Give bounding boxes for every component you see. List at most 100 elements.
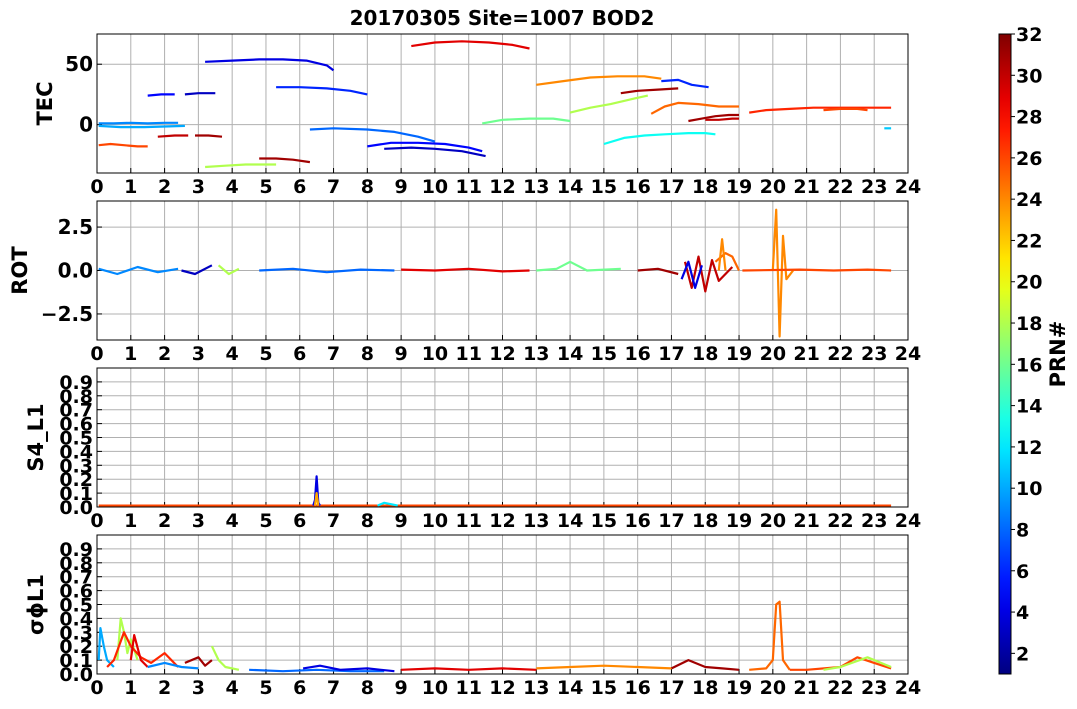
x-tick-label: 6 [293,677,306,699]
x-tick-label: 22 [827,510,853,532]
y-axis-label: σϕL1 [24,574,48,635]
colorbar: 2468101214161820222426283032PRN# [998,24,1070,675]
x-tick-label: 4 [226,343,239,365]
x-tick-label: 16 [624,343,650,365]
x-tick-label: 11 [455,677,481,699]
series-line-prn-25 [749,600,791,671]
x-tick-label: 3 [192,510,205,532]
x-tick-label: 19 [726,677,752,699]
series-group [97,600,892,673]
series-line-prn-8 [309,127,436,143]
x-tick-label: 4 [226,510,239,532]
series-line-prn-18 [217,264,240,276]
series-group [98,208,892,338]
series-group [98,40,892,169]
x-tick-label: 21 [793,677,819,699]
colorbar-tick-label: 26 [1016,148,1042,170]
x-tick-label: 17 [658,510,684,532]
series-line-prn-26 [742,268,892,272]
x-tick-label: 18 [692,343,718,365]
x-tick-label: 13 [523,176,549,198]
y-tick-label: −2.5 [41,302,93,326]
x-tick-label: 20 [760,510,786,532]
x-tick-label: 7 [327,510,340,532]
x-tick-label: 24 [895,176,921,198]
series-line-prn-31 [620,87,679,95]
series-line-prn-16 [482,117,571,125]
series-line-prn-5 [147,93,175,97]
x-tick-label: 22 [827,343,853,365]
panels: 0 1 2 3 4 5 6 7 8 9 10 11 12 13 14 15 16 17 18 19 20 21 22 23 24… [8,33,921,699]
x-tick-label: 22 [827,176,853,198]
series-line-prn-18 [569,94,649,114]
x-tick-label: 15 [591,510,617,532]
x-tick-label: 11 [455,176,481,198]
colorbar-tick-label: 18 [1016,313,1042,335]
x-tick-label: 2 [158,510,171,532]
x-tick-label: 2 [158,176,171,198]
x-tick-label: 14 [557,343,583,365]
x-tick-label: 17 [658,176,684,198]
x-tick-label: 7 [327,176,340,198]
x-tick-label: 15 [591,677,617,699]
x-tick-label: 7 [327,343,340,365]
y-tick-label: 0.0 [58,259,93,283]
series-line-prn-9 [147,661,199,670]
colorbar-tick-label: 22 [1016,230,1042,252]
y-tick-label: 2.5 [58,215,93,239]
x-tick-label: 12 [489,343,515,365]
y-axis-label: ROT [8,246,32,295]
x-tick-label: 1 [124,510,137,532]
x-tick-label: 16 [624,176,650,198]
series-line-prn-3 [184,92,216,96]
series-line-prn-29 [129,633,149,668]
x-tick-label: 4 [226,176,239,198]
x-tick-label: 6 [293,343,306,365]
x-tick-label: 6 [293,176,306,198]
x-tick-label: 15 [591,176,617,198]
x-tick-label: 12 [489,677,515,699]
panel-2: 0 1 2 3 4 5 6 7 8 9 10 11 12 13 14 15 16 17 18 19 20 21 22 23 24… [24,367,921,532]
x-tick-label: 17 [658,677,684,699]
x-tick-label: 5 [259,176,272,198]
colorbar-tick-label: 32 [1016,24,1042,46]
colorbar-tick-label: 28 [1016,107,1042,129]
x-tick-label: 24 [895,677,921,699]
x-tick-label: 21 [793,176,819,198]
x-tick-label: 2 [158,343,171,365]
y-axis-label: TEC [33,81,57,125]
x-tick-label: 7 [327,677,340,699]
x-tick-label: 18 [692,677,718,699]
y-axis-label: S4_L1 [24,403,48,471]
x-tick-label: 0 [90,176,103,198]
x-tick-label: 5 [259,343,272,365]
colorbar-tick-label: 24 [1016,189,1042,211]
panel-1: 0 1 2 3 4 5 6 7 8 9 10 11 12 13 14 15 16 17 18 19 20 21 22 23 24… [8,200,921,365]
series-line-prn-13 [603,132,716,146]
x-tick-label: 20 [760,176,786,198]
colorbar-tick-label: 10 [1016,478,1042,500]
series-line-prn-18 [205,163,277,169]
colorbar-label: PRN# [1046,321,1070,388]
series-line-prn-31 [195,134,223,138]
x-tick-label: 23 [861,176,887,198]
x-tick-label: 24 [895,510,921,532]
x-tick-label: 1 [124,176,137,198]
x-tick-label: 8 [361,510,374,532]
x-tick-label: 14 [557,510,583,532]
x-tick-label: 10 [422,510,448,532]
x-tick-label: 22 [827,677,853,699]
x-tick-label: 8 [361,677,374,699]
x-tick-label: 3 [192,677,205,699]
x-tick-label: 21 [793,343,819,365]
series-line-prn-5 [367,141,483,153]
x-tick-label: 8 [361,343,374,365]
x-tick-label: 13 [523,510,549,532]
x-tick-label: 1 [124,343,137,365]
colorbar-tick-label: 2 [1016,643,1029,665]
x-tick-label: 19 [726,343,752,365]
panel-3: 0 1 2 3 4 5 6 7 8 9 10 11 12 13 14 15 16 17 18 19 20 21 22 23 24… [24,534,921,699]
series-line-prn-25 [650,101,739,115]
x-tick-label: 5 [259,677,272,699]
x-tick-label: 11 [455,510,481,532]
